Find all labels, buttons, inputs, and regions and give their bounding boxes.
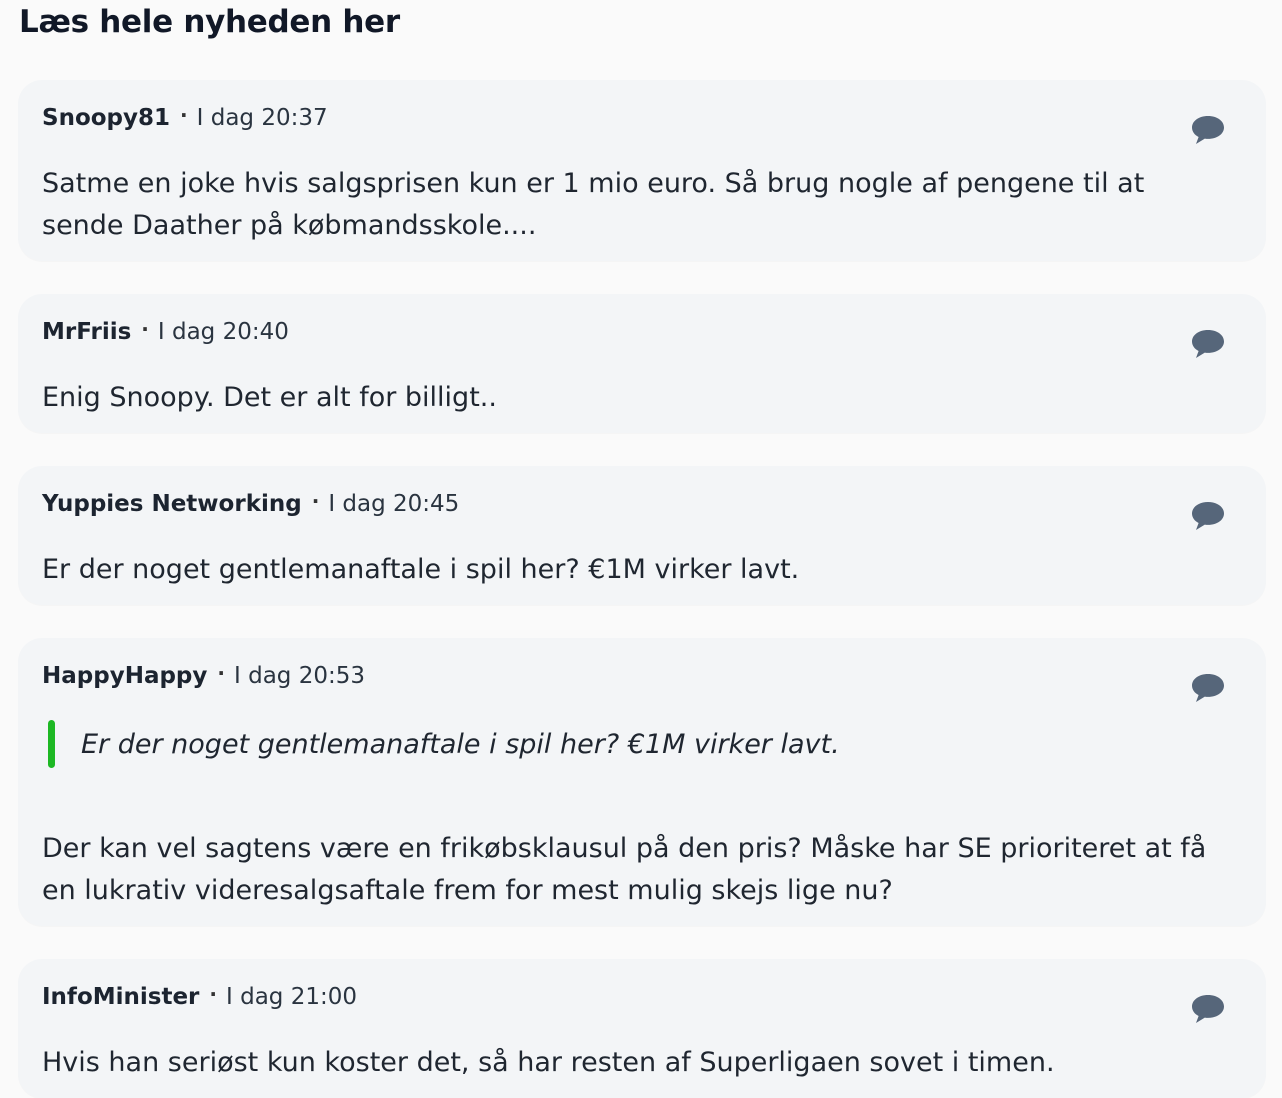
- comment-author[interactable]: HappyHappy: [42, 663, 207, 689]
- comment-author[interactable]: MrFriis: [42, 319, 131, 345]
- comment-header: MrFriis · I dag 20:40: [42, 317, 289, 347]
- comment-card: Yuppies Networking · I dag 20:45 Er der …: [18, 466, 1266, 605]
- reply-button[interactable]: [1190, 327, 1226, 361]
- comment-text: Er der noget gentlemanaftale i spil her?…: [42, 554, 800, 585]
- quote-bar: [48, 720, 55, 768]
- comment-card: HappyHappy · I dag 20:53 Er der noget ge…: [18, 638, 1266, 926]
- comment-card: MrFriis · I dag 20:40 Enig Snoopy. Det e…: [18, 294, 1266, 433]
- comment-card: InfoMinister · I dag 21:00 Hvis han seri…: [18, 959, 1266, 1098]
- speech-bubble-icon: [1192, 502, 1224, 530]
- speech-bubble-icon: [1192, 995, 1224, 1023]
- reply-button[interactable]: [1190, 992, 1226, 1026]
- comment-header: Snoopy81 · I dag 20:37: [42, 103, 328, 133]
- comment-text: Enig Snoopy. Det er alt for billigt..: [42, 382, 497, 413]
- comment-card: Snoopy81 · I dag 20:37 Satme en joke hvi…: [18, 80, 1266, 261]
- comment-time: I dag 20:45: [328, 491, 460, 517]
- speech-bubble-icon: [1192, 116, 1224, 144]
- comment-time: I dag 20:37: [196, 105, 328, 131]
- comment-header: Yuppies Networking · I dag 20:45: [42, 489, 459, 519]
- comment-text: Satme en joke hvis salgsprisen kun er 1 …: [42, 168, 1145, 241]
- separator-dot: ·: [311, 489, 320, 513]
- quote-text: Er der noget gentlemanaftale i spil her?…: [81, 728, 840, 760]
- comment-author[interactable]: Yuppies Networking: [42, 491, 302, 517]
- comment-header: HappyHappy · I dag 20:53: [42, 661, 365, 691]
- comment-time: I dag 20:53: [234, 663, 365, 689]
- reply-button[interactable]: [1190, 113, 1226, 147]
- separator-dot: ·: [180, 103, 188, 127]
- quoted-comment: Er der noget gentlemanaftale i spil her?…: [48, 720, 840, 768]
- comment-author[interactable]: Snoopy81: [42, 105, 170, 131]
- comment-text: Der kan vel sagtens være en frikøbsklaus…: [42, 833, 1207, 906]
- comment-header: InfoMinister · I dag 21:00: [42, 982, 357, 1012]
- separator-dot: ·: [209, 982, 218, 1006]
- reply-button[interactable]: [1190, 499, 1226, 533]
- comment-text: Hvis han seriøst kun koster det, så har …: [42, 1047, 1055, 1078]
- separator-dot: ·: [141, 317, 149, 341]
- page-title[interactable]: Læs hele nyheden her: [19, 2, 400, 42]
- comment-author[interactable]: InfoMinister: [42, 984, 199, 1010]
- speech-bubble-icon: [1192, 330, 1224, 358]
- reply-button[interactable]: [1190, 671, 1226, 705]
- separator-dot: ·: [217, 661, 225, 685]
- comment-time: I dag 21:00: [226, 984, 357, 1010]
- comment-time: I dag 20:40: [157, 319, 289, 345]
- speech-bubble-icon: [1192, 674, 1224, 702]
